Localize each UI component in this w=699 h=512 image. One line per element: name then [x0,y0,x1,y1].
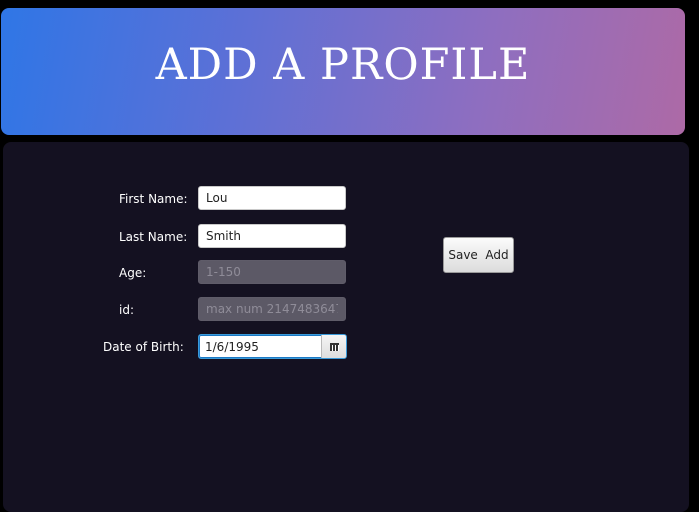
header-banner: ADD A PROFILE [1,8,685,135]
last-name-field[interactable] [198,224,346,248]
first-name-label: First Name: [119,192,188,206]
id-field[interactable] [198,297,346,321]
last-name-label: Last Name: [119,230,188,244]
date-of-birth-field[interactable] [199,335,321,358]
save-add-button[interactable]: Save Add [443,237,514,273]
id-label: id: [119,303,134,317]
page-title: ADD A PROFILE [155,39,531,90]
age-label: Age: [119,266,147,280]
first-name-field[interactable] [198,186,346,210]
date-of-birth-picker[interactable] [198,334,347,359]
date-of-birth-label: Date of Birth: [103,340,184,354]
calendar-icon [329,342,339,351]
form-panel [3,142,689,512]
date-picker-button[interactable] [321,335,346,358]
age-field[interactable] [198,260,346,284]
